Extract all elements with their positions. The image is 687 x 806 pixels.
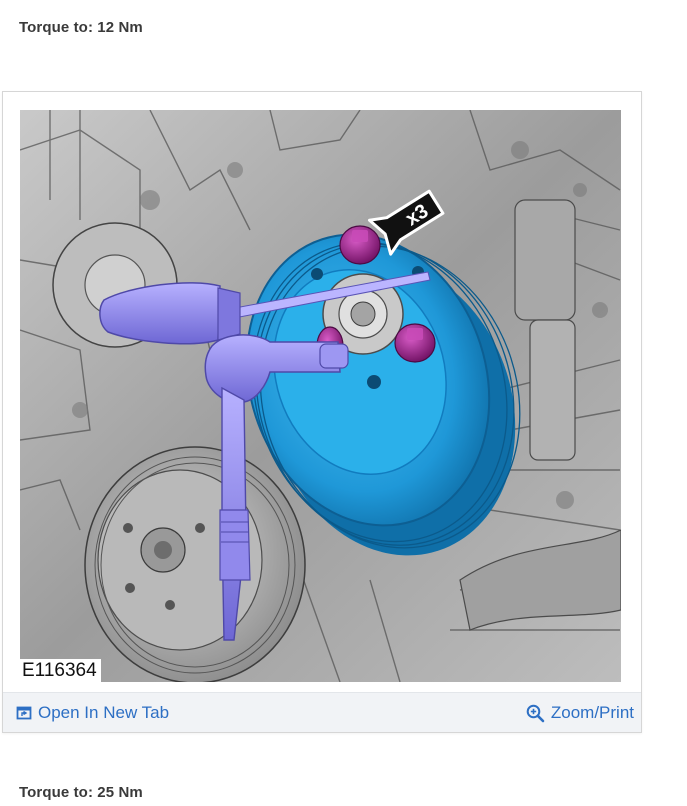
figure-image[interactable]: x3 E116364 — [20, 110, 621, 682]
open-new-tab-icon — [16, 705, 32, 721]
engine-pulley-illustration: x3 — [20, 110, 621, 682]
figure-card: x3 E116364 Open In New Tab Zoom/Print — [2, 91, 642, 733]
zoom-print-label: Zoom/Print — [550, 703, 634, 722]
open-in-new-tab-label: Open In New Tab — [38, 703, 170, 722]
torque-spec-text: Torque to: 12 Nm — [19, 19, 143, 36]
figure-toolbar: Open In New Tab Zoom/Print — [3, 692, 641, 732]
figure-id-label: E116364 — [20, 659, 101, 682]
torque-spec-text: Torque to: 25 Nm — [19, 784, 143, 801]
zoom-print-link[interactable]: Zoom/Print — [526, 693, 634, 733]
zoom-in-icon — [526, 704, 545, 723]
open-in-new-tab-link[interactable]: Open In New Tab — [16, 693, 169, 733]
